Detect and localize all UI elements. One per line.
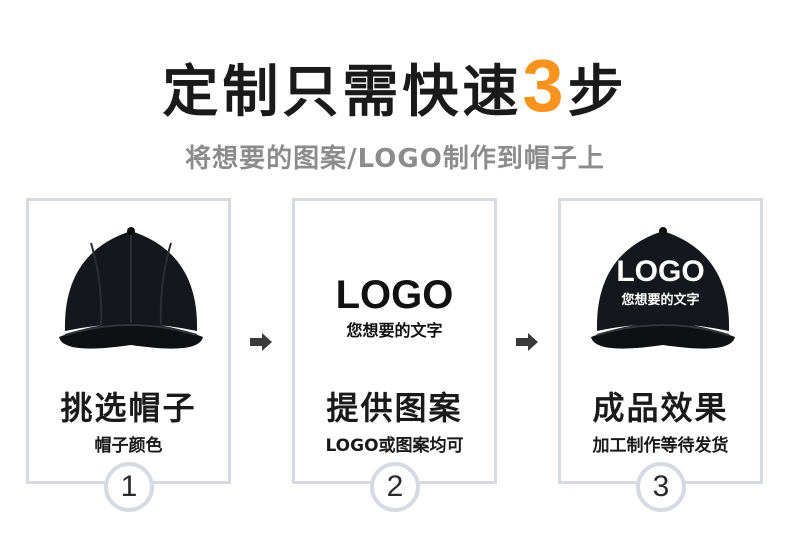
step-1-title: 挑选帽子	[60, 389, 197, 427]
step-card-2: LOGO 您想要的文字 提供图案 LOGO或图案均可	[292, 198, 497, 484]
step-card-1: 挑选帽子 帽子颜色	[26, 198, 231, 484]
headline-text-2: 步	[567, 60, 628, 125]
step-3-number-badge: 3	[636, 462, 686, 512]
step-2-title: 提供图案	[326, 389, 463, 427]
right-arrow-icon	[250, 333, 272, 351]
headline: 定制只需快速3步	[0, 49, 790, 127]
step-3-title: 成品效果	[592, 389, 729, 427]
subheadline: 将想要的图案/LOGO制作到帽子上	[185, 144, 605, 174]
cap-logo-text: LOGO	[616, 255, 705, 288]
step-1-subtitle: 帽子颜色	[94, 436, 163, 456]
cap-logo-caption: 您想要的文字	[621, 293, 700, 308]
logo-sample-text: LOGO	[335, 273, 454, 317]
right-arrow-icon	[516, 333, 538, 351]
headline-step-count: 3	[522, 44, 568, 127]
step-1-number-badge: 1	[104, 462, 154, 512]
black-cap-icon	[51, 213, 211, 363]
step-card-3: LOGO 您想要的文字 成品效果 加工制作等待发货	[558, 198, 763, 484]
headline-text-1: 定制只需快速	[162, 60, 523, 125]
logo-sample-caption: 您想要的文字	[346, 321, 443, 340]
step-2-subtitle: LOGO或图案均可	[325, 436, 464, 456]
step-3-subtitle: 加工制作等待发货	[592, 436, 729, 456]
step-2-number-badge: 2	[370, 462, 420, 512]
